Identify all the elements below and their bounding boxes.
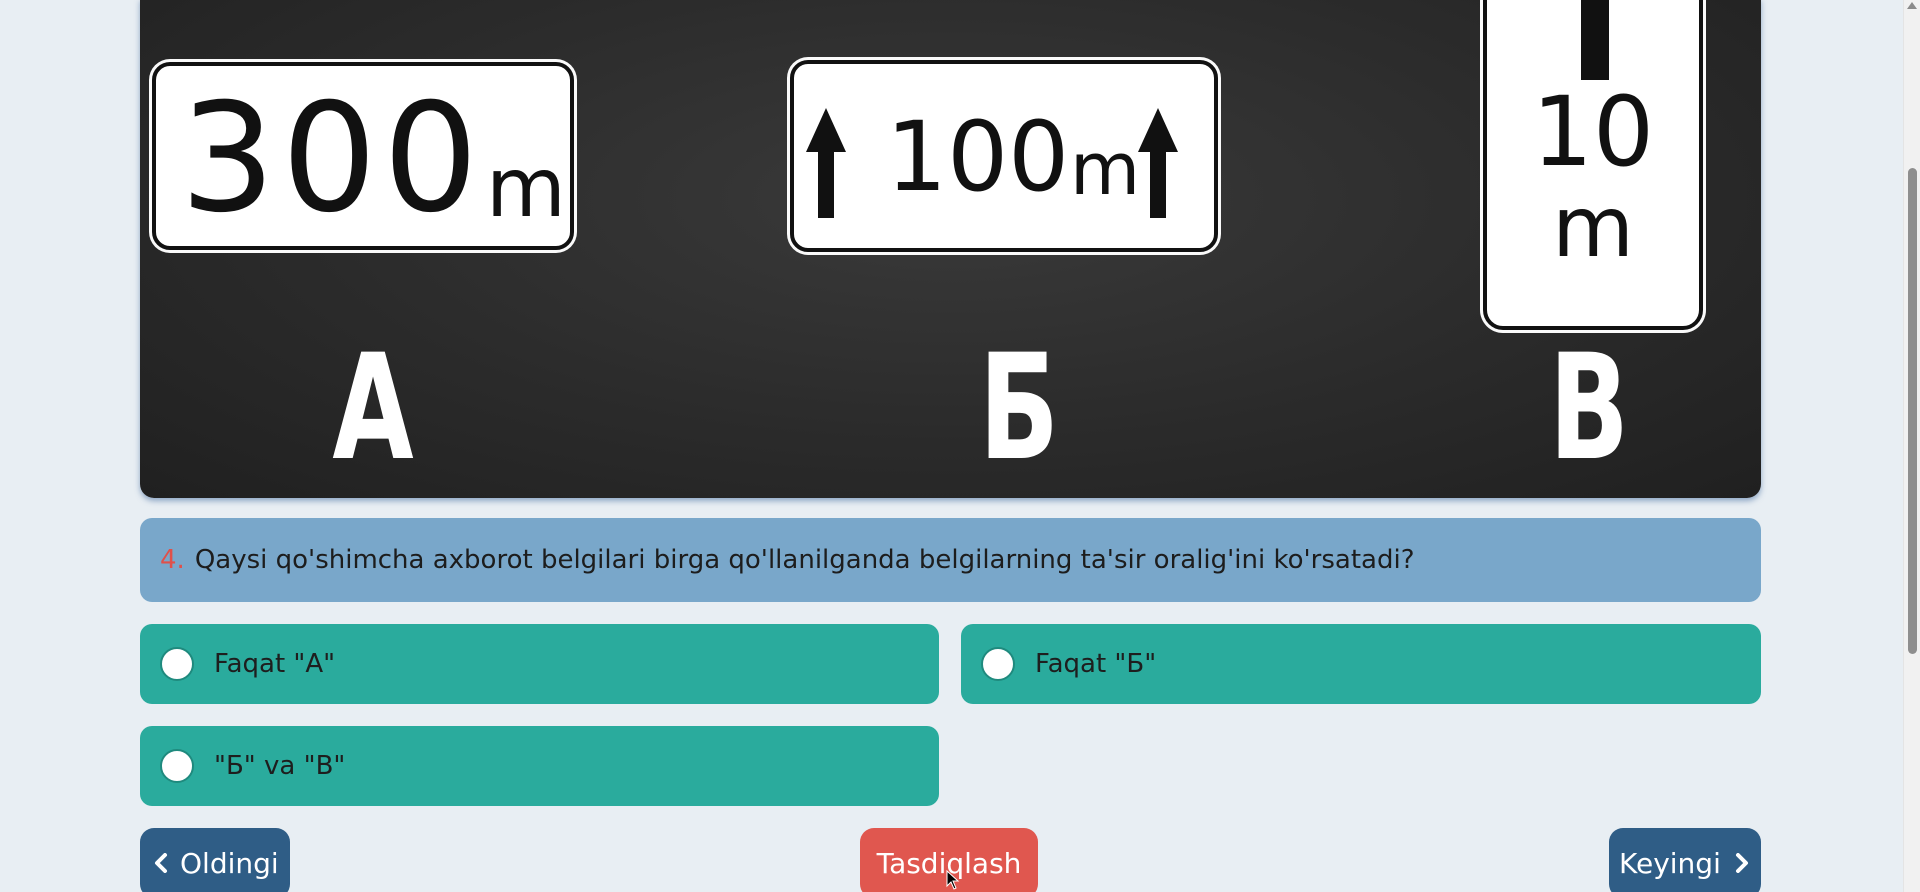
sign-letter-b: Б	[978, 323, 1060, 493]
previous-button[interactable]: Oldingi	[140, 828, 290, 892]
sign-c: 10 m	[1483, 0, 1703, 330]
page: 300 m 100 m 10 m А Б В 4. Qaysi qo'shimc…	[0, 0, 1920, 892]
next-button-label: Keyingi	[1619, 846, 1721, 880]
radio-button[interactable]	[160, 647, 194, 681]
question-number: 4.	[160, 545, 185, 575]
sign-a-number: 300	[180, 72, 485, 246]
sign-b-unit: m	[1070, 127, 1141, 211]
sign-b: 100 m	[790, 60, 1218, 252]
chevron-right-icon	[1735, 853, 1749, 873]
previous-button-label: Oldingi	[180, 846, 279, 880]
sign-c-number: 10	[1531, 76, 1655, 188]
up-arrow-icon	[806, 108, 846, 218]
answer-option-1[interactable]: Faqat "А"	[140, 624, 939, 704]
answer-option-3[interactable]: "Б" va "В"	[140, 726, 939, 806]
question-box: 4. Qaysi qo'shimcha axborot belgilari bi…	[140, 518, 1761, 602]
up-arrow-icon	[1138, 108, 1178, 218]
answer-label: Faqat "Б"	[1035, 649, 1157, 679]
answer-list: Faqat "А" Faqat "Б" "Б" va "В"	[140, 624, 1761, 806]
answer-option-2[interactable]: Faqat "Б"	[961, 624, 1761, 704]
chevron-left-icon	[154, 853, 168, 873]
sign-letter-a: А	[332, 323, 414, 493]
sign-b-number: 100	[886, 101, 1070, 213]
radio-button[interactable]	[160, 749, 194, 783]
next-button[interactable]: Keyingi	[1609, 828, 1761, 892]
answer-label: Faqat "А"	[214, 649, 336, 679]
sign-c-unit: m	[1552, 178, 1634, 276]
sign-a-unit: m	[486, 141, 566, 236]
mouse-cursor-icon	[946, 870, 960, 890]
scroll-up-arrow-icon[interactable]	[1907, 2, 1917, 9]
vertical-scrollbar[interactable]	[1903, 0, 1920, 892]
question-image: 300 m 100 m 10 m А Б В	[140, 0, 1761, 498]
sign-letter-c: В	[1548, 323, 1630, 493]
radio-button[interactable]	[981, 647, 1015, 681]
answer-label: "Б" va "В"	[214, 751, 346, 781]
sign-a: 300 m	[152, 62, 574, 250]
question-text: Qaysi qo'shimcha axborot belgilari birga…	[194, 545, 1415, 575]
scrollbar-thumb[interactable]	[1908, 168, 1917, 654]
sign-c-bar	[1581, 0, 1609, 80]
quiz-container: 300 m 100 m 10 m А Б В 4. Qaysi qo'shimc…	[140, 0, 1761, 892]
